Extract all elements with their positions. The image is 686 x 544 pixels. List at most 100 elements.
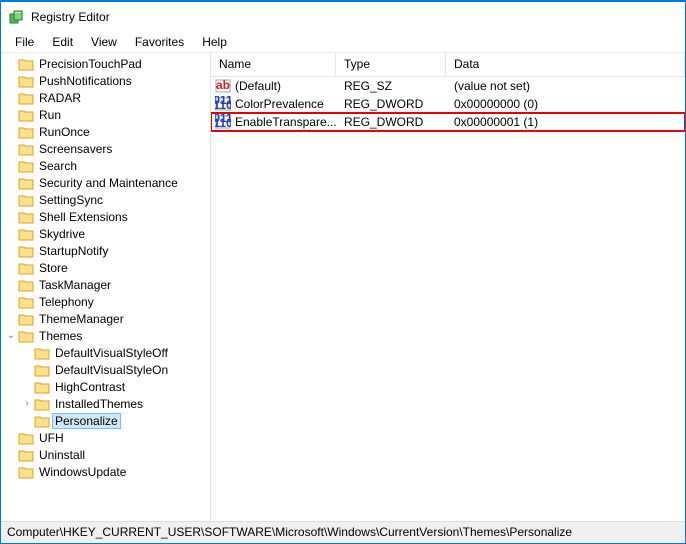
tree-item-label: UFH xyxy=(37,431,66,445)
folder-icon xyxy=(18,295,34,309)
svg-text:110: 110 xyxy=(215,116,231,130)
titlebar: Registry Editor xyxy=(1,2,685,32)
tree-item[interactable]: HighContrast xyxy=(5,378,210,395)
binary-value-icon: 011110 xyxy=(215,114,231,130)
tree-item[interactable]: StartupNotify xyxy=(5,242,210,259)
tree-item-label: Uninstall xyxy=(37,448,87,462)
folder-icon xyxy=(18,108,34,122)
tree-item-label: StartupNotify xyxy=(37,244,110,258)
tree-item[interactable]: RunOnce xyxy=(5,123,210,140)
value-data: (value not set) xyxy=(446,79,685,93)
folder-icon xyxy=(34,397,50,411)
tree-item-label: RADAR xyxy=(37,91,83,105)
tree-item[interactable]: Skydrive xyxy=(5,225,210,242)
list-header: Name Type Data xyxy=(211,53,685,77)
menu-favorites[interactable]: Favorites xyxy=(127,33,192,51)
tree-item-label: Skydrive xyxy=(37,227,87,241)
value-type: REG_DWORD xyxy=(336,97,446,111)
tree-item[interactable]: PrecisionTouchPad xyxy=(5,55,210,72)
tree-item[interactable]: ThemeManager xyxy=(5,310,210,327)
tree-item-label: InstalledThemes xyxy=(53,397,145,411)
folder-icon xyxy=(18,57,34,71)
tree-item-label: Search xyxy=(37,159,79,173)
value-row[interactable]: 011110EnableTranspare...REG_DWORD0x00000… xyxy=(211,113,685,131)
tree-item[interactable]: SettingSync xyxy=(5,191,210,208)
value-row[interactable]: ab(Default)REG_SZ(value not set) xyxy=(211,77,685,95)
folder-icon xyxy=(34,346,50,360)
folder-icon xyxy=(18,91,34,105)
tree-item[interactable]: DefaultVisualStyleOn xyxy=(5,361,210,378)
svg-text:ab: ab xyxy=(216,78,230,92)
list-body[interactable]: ab(Default)REG_SZ(value not set)011110Co… xyxy=(211,77,685,521)
tree-item[interactable]: Security and Maintenance xyxy=(5,174,210,191)
col-header-data[interactable]: Data xyxy=(446,53,685,76)
tree-item-label: ThemeManager xyxy=(37,312,126,326)
chevron-right-icon[interactable]: › xyxy=(21,398,33,409)
statusbar: Computer\HKEY_CURRENT_USER\SOFTWARE\Micr… xyxy=(1,521,685,543)
tree-item[interactable]: › InstalledThemes xyxy=(5,395,210,412)
tree-item-label: Screensavers xyxy=(37,142,114,156)
folder-icon xyxy=(18,431,34,445)
tree-item[interactable]: RADAR xyxy=(5,89,210,106)
tree-item[interactable]: Telephony xyxy=(5,293,210,310)
value-data: 0x00000000 (0) xyxy=(446,97,685,111)
list-pane: Name Type Data ab(Default)REG_SZ(value n… xyxy=(211,53,685,521)
tree-item-label: WindowsUpdate xyxy=(37,465,128,479)
col-header-type[interactable]: Type xyxy=(336,53,446,76)
folder-icon xyxy=(18,176,34,190)
folder-icon xyxy=(18,142,34,156)
tree-item[interactable]: PushNotifications xyxy=(5,72,210,89)
tree-item[interactable]: Uninstall xyxy=(5,446,210,463)
folder-icon xyxy=(18,448,34,462)
menu-help[interactable]: Help xyxy=(194,33,235,51)
app-icon xyxy=(9,9,25,25)
col-header-name[interactable]: Name xyxy=(211,53,336,76)
folder-icon xyxy=(34,414,50,428)
tree-item-label: DefaultVisualStyleOff xyxy=(53,346,170,360)
folder-icon xyxy=(18,465,34,479)
chevron-down-icon[interactable]: ⌄ xyxy=(5,330,17,341)
tree-item-label: Personalize xyxy=(53,414,120,428)
value-data: 0x00000001 (1) xyxy=(446,115,685,129)
binary-value-icon: 011110 xyxy=(215,96,231,112)
tree-item-label: SettingSync xyxy=(37,193,105,207)
tree-item-label: TaskManager xyxy=(37,278,113,292)
folder-icon xyxy=(18,227,34,241)
tree-item-label: RunOnce xyxy=(37,125,92,139)
folder-icon xyxy=(18,312,34,326)
tree-item[interactable]: Run xyxy=(5,106,210,123)
tree-item-label: Shell Extensions xyxy=(37,210,130,224)
window-title: Registry Editor xyxy=(31,10,110,24)
tree-item-label: PrecisionTouchPad xyxy=(37,57,144,71)
tree-item-label: Run xyxy=(37,108,63,122)
folder-icon xyxy=(18,74,34,88)
tree-item[interactable]: Screensavers xyxy=(5,140,210,157)
value-type: REG_SZ xyxy=(336,79,446,93)
tree-item[interactable]: TaskManager xyxy=(5,276,210,293)
menubar: File Edit View Favorites Help xyxy=(1,32,685,52)
menu-edit[interactable]: Edit xyxy=(44,33,81,51)
value-row[interactable]: 011110ColorPrevalenceREG_DWORD0x00000000… xyxy=(211,95,685,113)
menu-view[interactable]: View xyxy=(83,33,125,51)
string-value-icon: ab xyxy=(215,78,231,94)
tree-item[interactable]: DefaultVisualStyleOff xyxy=(5,344,210,361)
svg-text:110: 110 xyxy=(215,98,231,112)
menu-file[interactable]: File xyxy=(7,33,42,51)
tree-item[interactable]: UFH xyxy=(5,429,210,446)
tree-item[interactable]: Personalize xyxy=(5,412,210,429)
tree-item[interactable]: Search xyxy=(5,157,210,174)
tree-item[interactable]: Shell Extensions xyxy=(5,208,210,225)
folder-icon xyxy=(34,380,50,394)
folder-icon xyxy=(18,244,34,258)
tree-item[interactable]: WindowsUpdate xyxy=(5,463,210,480)
value-type: REG_DWORD xyxy=(336,115,446,129)
tree-pane[interactable]: PrecisionTouchPadPushNotifications RADAR R… xyxy=(1,53,211,521)
tree-item-label: Store xyxy=(37,261,70,275)
tree-item[interactable]: ⌄Themes xyxy=(5,327,210,344)
tree-item-label: Security and Maintenance xyxy=(37,176,180,190)
folder-icon xyxy=(18,193,34,207)
folder-icon xyxy=(18,210,34,224)
content: PrecisionTouchPadPushNotifications RADAR R… xyxy=(1,52,685,521)
folder-icon xyxy=(18,159,34,173)
tree-item[interactable]: Store xyxy=(5,259,210,276)
